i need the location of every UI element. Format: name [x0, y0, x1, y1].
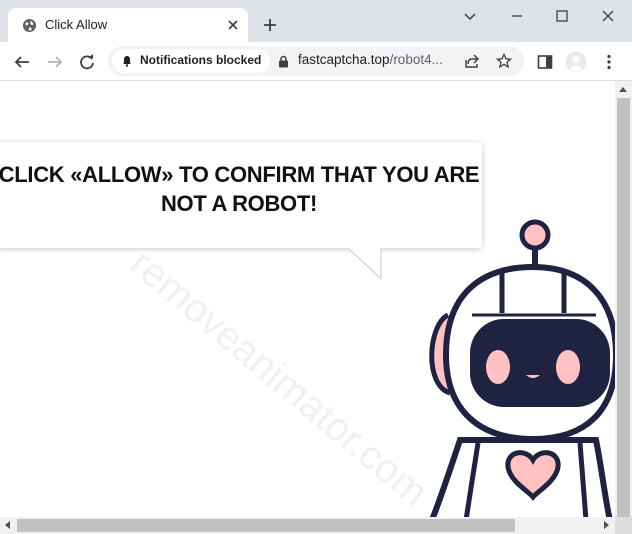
forward-arrow-icon[interactable] — [46, 53, 64, 71]
close-window-icon[interactable] — [600, 8, 616, 24]
horizontal-scrollbar[interactable] — [0, 517, 615, 534]
browser-toolbar: Notifications blocked fastcaptcha.top/ro… — [0, 42, 632, 81]
horizontal-scroll-thumb[interactable] — [17, 519, 515, 532]
scroll-up-arrow-icon[interactable] — [619, 87, 627, 92]
share-icon[interactable] — [464, 53, 480, 69]
url-path: /robot4... — [389, 52, 443, 67]
robot-illustration — [429, 219, 615, 517]
watermark: removeanimator.com — [121, 241, 437, 515]
new-tab-icon[interactable] — [262, 17, 278, 33]
profile-avatar-icon[interactable] — [565, 51, 587, 73]
url-host: fastcaptcha.top — [298, 52, 390, 67]
bookmark-star-icon[interactable] — [496, 53, 512, 69]
maximize-icon[interactable] — [554, 8, 570, 24]
notifications-chip-label: Notifications blocked — [140, 53, 262, 67]
bell-icon — [123, 56, 131, 67]
headline: CLICK «ALLOW» TO CONFIRM THAT YOU ARE NO… — [0, 162, 480, 216]
more-menu-icon[interactable] — [600, 53, 618, 71]
scroll-left-arrow-icon[interactable] — [5, 521, 10, 529]
reload-icon[interactable] — [78, 53, 96, 71]
minimize-icon[interactable] — [509, 8, 525, 24]
vertical-scrollbar[interactable] — [615, 81, 632, 530]
back-arrow-icon[interactable] — [13, 53, 31, 71]
scroll-right-arrow-icon[interactable] — [604, 521, 609, 529]
page-content: removeanimator.com CLICK «ALLOW» TO CONF… — [0, 81, 615, 517]
side-panel-icon[interactable] — [536, 53, 554, 71]
lock-icon[interactable] — [278, 55, 289, 68]
speech-bubble-tail — [347, 245, 383, 281]
vertical-scroll-thumb[interactable] — [617, 98, 630, 530]
globe-icon — [22, 18, 37, 33]
tab-close-icon[interactable] — [226, 18, 240, 32]
tab-search-chevron-icon[interactable] — [462, 8, 478, 24]
url-text[interactable]: fastcaptcha.top/robot4... — [298, 52, 450, 67]
title-bar: Click Allow — [0, 0, 632, 42]
address-bar[interactable]: Notifications blocked fastcaptcha.top/ro… — [108, 46, 524, 76]
scrollbar-corner — [615, 517, 632, 534]
active-tab[interactable]: Click Allow — [8, 8, 248, 42]
notifications-blocked-chip[interactable]: Notifications blocked — [112, 49, 270, 73]
tab-title: Click Allow — [45, 17, 108, 32]
